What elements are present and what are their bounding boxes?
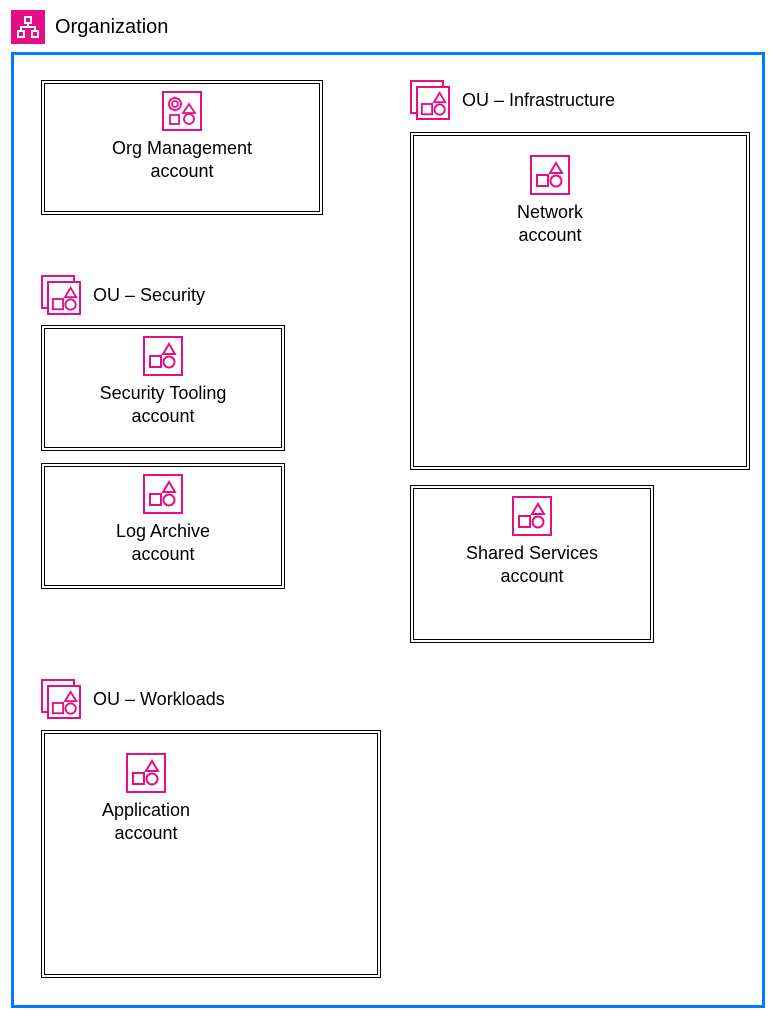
security-tooling-account-box: Security Tooling account — [41, 325, 285, 451]
account-label: Org Management account — [112, 137, 252, 182]
ou-security-header: OU – Security — [41, 275, 205, 315]
ou-workloads-container: Application account — [41, 730, 381, 978]
shapes-icon — [512, 496, 552, 536]
account-label: Log Archive account — [116, 520, 210, 565]
ou-title: OU – Security — [93, 286, 205, 304]
organization-header: Organization — [11, 10, 168, 44]
account-label: Network account — [517, 201, 583, 246]
shapes-icon — [126, 753, 166, 793]
ou-title: OU – Workloads — [93, 690, 225, 708]
organization-frame: Org Management account OU – Security Sec… — [11, 52, 765, 1008]
shared-services-account-box: Shared Services account — [410, 485, 654, 643]
log-archive-account-box: Log Archive account — [41, 463, 285, 589]
shapes-icon — [143, 336, 183, 376]
ou-workloads-header: OU – Workloads — [41, 679, 225, 719]
ou-title: OU – Infrastructure — [462, 91, 615, 109]
gear-shapes-icon — [162, 91, 202, 131]
ou-infrastructure-container: Network account — [410, 132, 750, 470]
application-account-box: Application account — [67, 743, 225, 869]
ou-stacked-icon — [41, 275, 81, 315]
shapes-icon — [530, 155, 570, 195]
org-management-account-box: Org Management account — [41, 80, 323, 215]
shapes-icon — [143, 474, 183, 514]
account-label: Shared Services account — [466, 542, 598, 587]
ou-infrastructure-header: OU – Infrastructure — [410, 80, 615, 120]
account-label: Security Tooling account — [100, 382, 227, 427]
organization-icon — [11, 10, 45, 44]
network-account-box: Network account — [471, 145, 629, 271]
ou-stacked-icon — [410, 80, 450, 120]
account-label: Application account — [102, 799, 190, 844]
ou-stacked-icon — [41, 679, 81, 719]
organization-title: Organization — [55, 16, 168, 39]
